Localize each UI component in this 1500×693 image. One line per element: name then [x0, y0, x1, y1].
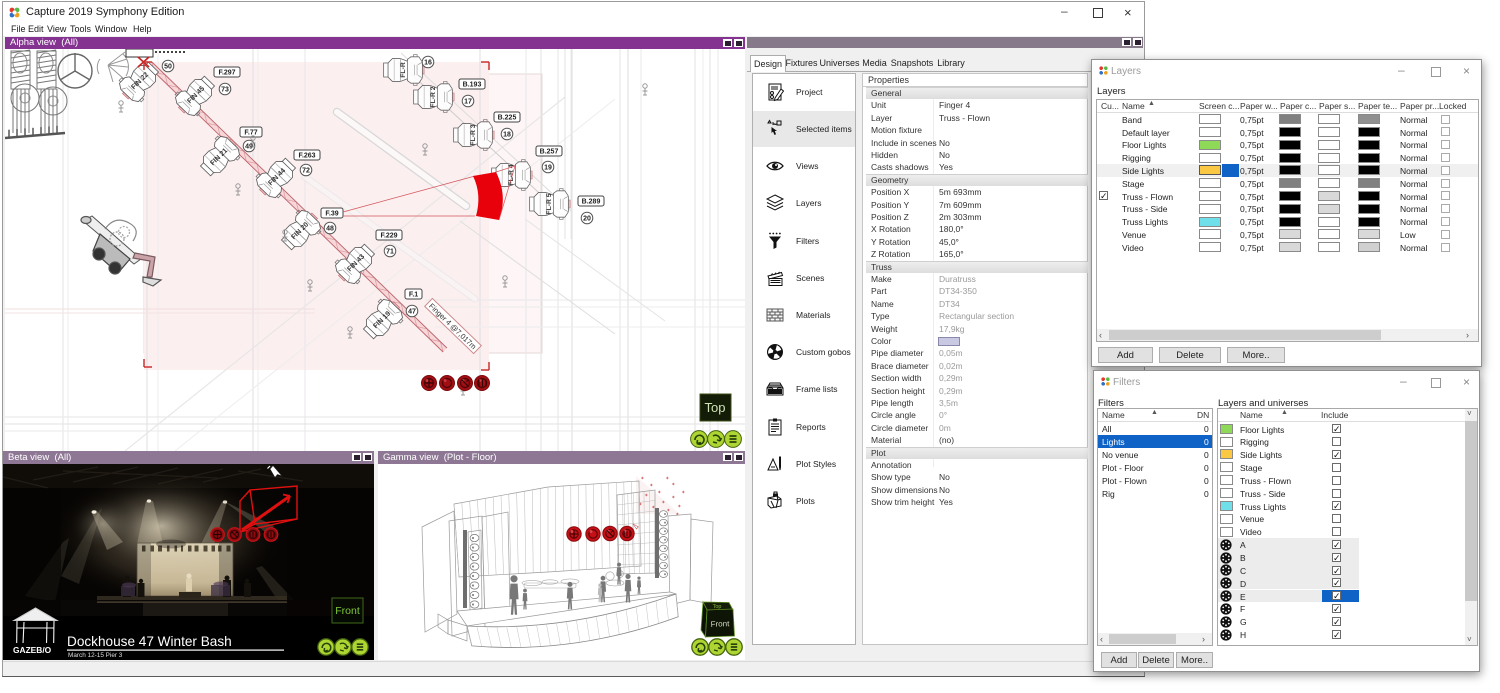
- svg-text:72: 72: [302, 168, 310, 175]
- svg-text:B.193: B.193: [463, 82, 482, 89]
- svg-text:Top: Top: [705, 400, 726, 415]
- svg-text:FL-R: FL-R: [400, 62, 407, 78]
- svg-text:GAZEB/O: GAZEB/O: [13, 645, 52, 655]
- svg-text:F.77: F.77: [244, 130, 257, 137]
- svg-text:73: 73: [221, 87, 229, 94]
- svg-text:F.229: F.229: [380, 233, 397, 240]
- svg-text:March 12-15 Pier 3: March 12-15 Pier 3: [68, 652, 123, 659]
- svg-text:B.225: B.225: [498, 115, 517, 122]
- svg-text:Front: Front: [711, 619, 731, 629]
- svg-text:Front: Front: [335, 605, 360, 617]
- svg-text:18: 18: [503, 132, 511, 139]
- svg-text:16: 16: [424, 60, 432, 67]
- svg-text:71: 71: [386, 249, 394, 256]
- svg-text:17: 17: [464, 99, 472, 106]
- svg-text:F.297: F.297: [218, 70, 235, 77]
- svg-text:B.289: B.289: [582, 199, 601, 206]
- svg-text:50: 50: [164, 64, 172, 71]
- svg-text:Top: Top: [713, 604, 722, 610]
- svg-text:B.257: B.257: [540, 149, 559, 156]
- svg-text:Dockhouse 47 Winter Bash: Dockhouse 47 Winter Bash: [67, 634, 232, 649]
- svg-text:F.39: F.39: [325, 211, 338, 218]
- svg-text:19: 19: [544, 165, 552, 172]
- svg-text:F.1: F.1: [409, 292, 418, 299]
- svg-text:FL-R 2: FL-R 2: [430, 86, 437, 107]
- svg-text:FL-R 5: FL-R 5: [546, 193, 553, 214]
- svg-text:F.263: F.263: [298, 153, 315, 160]
- svg-text:20: 20: [583, 216, 591, 223]
- svg-text:FL-R 3: FL-R 3: [470, 124, 477, 145]
- svg-text:47: 47: [408, 309, 416, 316]
- svg-text:48: 48: [326, 226, 334, 233]
